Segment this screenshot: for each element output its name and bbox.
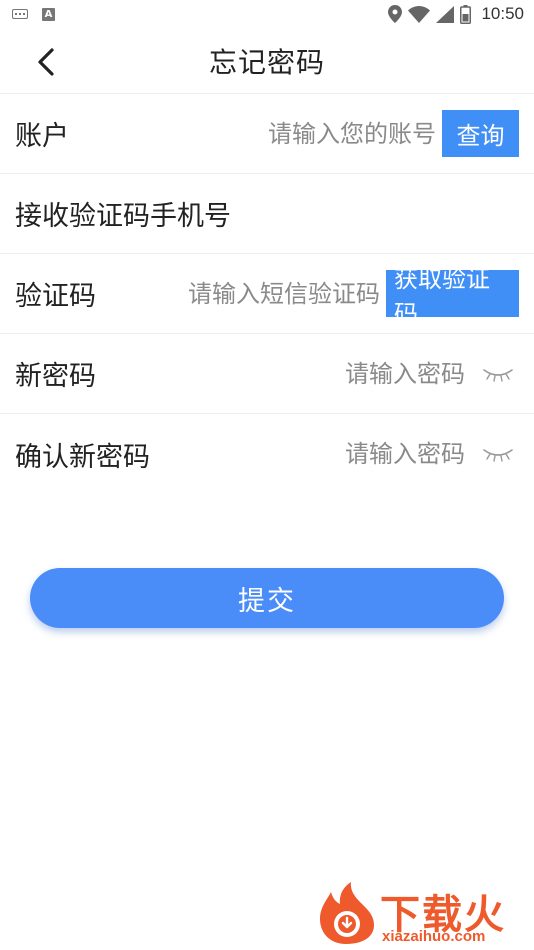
- keyboard-icon: [12, 9, 28, 19]
- phone-label: 接收验证码手机号: [15, 201, 231, 232]
- new-password-row: 新密码: [0, 334, 534, 414]
- forgot-password-screen: A 10:50 忘记密码 账户 请输入您的账号 查询 接收验证码手机号 验证码 …: [0, 0, 534, 950]
- reset-form: 账户 查询 接收验证码手机号 验证码 获取验证码 新密码: [0, 94, 534, 494]
- wifi-icon: [408, 5, 431, 23]
- account-row: 账户 查询: [0, 94, 534, 174]
- confirm-password-label: 确认新密码: [15, 441, 150, 473]
- location-icon: [388, 5, 403, 23]
- watermark-domain: xiazaihuo.com: [382, 928, 486, 945]
- confirm-password-row: 确认新密码: [0, 414, 534, 494]
- code-controls: 获取验证码: [162, 265, 519, 328]
- phone-row: 接收验证码手机号: [0, 174, 534, 254]
- header: 忘记密码: [0, 28, 534, 94]
- status-left: A: [12, 7, 55, 21]
- watermark: 下载火 xiazaihuo.com: [316, 880, 530, 948]
- query-button[interactable]: 查询: [442, 110, 519, 157]
- eye-closed-icon[interactable]: [481, 364, 515, 384]
- code-label: 验证码: [15, 281, 96, 312]
- code-input[interactable]: [162, 279, 386, 308]
- new-password-controls: [321, 359, 519, 388]
- confirm-password-controls: [321, 440, 519, 468]
- battery-icon: [460, 4, 472, 24]
- new-password-input[interactable]: [321, 359, 471, 388]
- status-bar: A 10:50: [0, 0, 534, 28]
- code-row: 验证码 获取验证码: [0, 254, 534, 334]
- text-input-icon: A: [42, 7, 55, 21]
- account-controls: 查询: [242, 110, 519, 157]
- account-input[interactable]: [242, 119, 442, 148]
- status-time: 10:50: [481, 4, 524, 23]
- get-code-button[interactable]: 获取验证码: [386, 265, 519, 328]
- confirm-password-input[interactable]: [321, 440, 471, 468]
- back-button[interactable]: [26, 42, 66, 82]
- page-title: 忘记密码: [208, 45, 325, 79]
- account-label: 账户: [15, 121, 69, 152]
- submit-button[interactable]: 提交: [30, 568, 504, 628]
- status-right: 10:50: [388, 4, 524, 24]
- eye-closed-icon[interactable]: [481, 444, 515, 464]
- chevron-left-icon: [38, 48, 54, 76]
- new-password-label: 新密码: [15, 361, 96, 392]
- flame-logo-icon: [320, 882, 374, 944]
- signal-icon: [436, 5, 455, 23]
